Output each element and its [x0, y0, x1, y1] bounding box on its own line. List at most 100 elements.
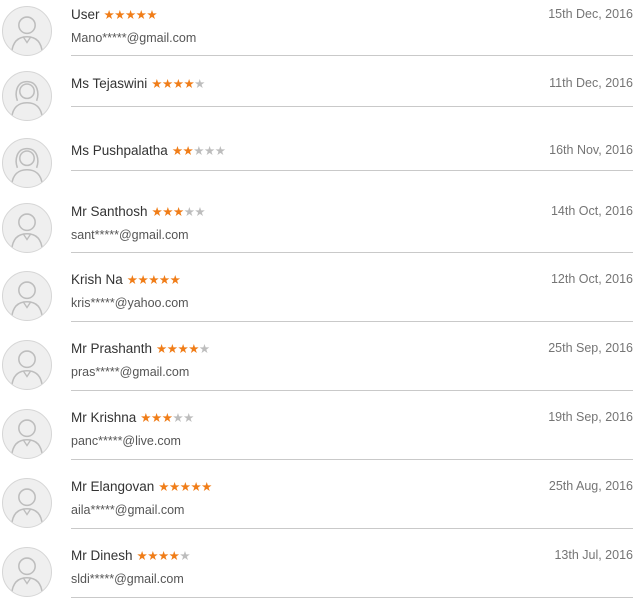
star-filled-icon: ★	[179, 480, 191, 494]
reviewer-name: Mr Santhosh	[71, 204, 148, 219]
star-empty-icon: ★	[194, 77, 205, 91]
star-filled-icon: ★	[126, 273, 138, 287]
reviewer-email: sldi*****@gmail.com	[71, 572, 184, 586]
star-filled-icon: ★	[150, 411, 162, 425]
star-rating: ★★★★★	[172, 144, 226, 158]
star-rating: ★★★★★	[104, 8, 158, 22]
star-rating: ★★★★★	[137, 549, 191, 563]
reviewer-name-line: Mr Krishna ★★★★★	[71, 408, 194, 428]
star-filled-icon: ★	[188, 342, 199, 356]
star-empty-icon: ★	[214, 144, 226, 158]
star-filled-icon: ★	[151, 205, 163, 219]
star-filled-icon: ★	[156, 342, 167, 356]
reviewer-name: Mr Prashanth	[71, 341, 153, 356]
female-avatar-icon	[2, 71, 52, 121]
divider	[71, 106, 633, 107]
star-empty-icon: ★	[183, 411, 194, 425]
male-avatar-icon	[2, 271, 52, 321]
divider	[71, 597, 633, 598]
star-empty-icon: ★	[194, 205, 206, 219]
star-filled-icon: ★	[114, 8, 125, 22]
reviewer-email: pras*****@gmail.com	[71, 365, 190, 379]
divider	[71, 252, 633, 253]
review-date: 16th Nov, 2016	[549, 143, 633, 157]
star-filled-icon: ★	[136, 549, 148, 563]
star-filled-icon: ★	[172, 205, 184, 219]
star-filled-icon: ★	[162, 77, 173, 91]
divider	[71, 321, 633, 322]
reviewer-name-line: Ms Tejaswini ★★★★★	[71, 74, 205, 94]
reviewer-email: kris*****@yahoo.com	[71, 296, 189, 310]
star-filled-icon: ★	[148, 273, 159, 287]
male-avatar-icon	[2, 6, 52, 56]
reviewer-name: Ms Pushpalatha	[71, 143, 168, 158]
reviewer-email: Mano*****@gmail.com	[71, 31, 197, 45]
reviewer-name-line: Krish Na ★★★★★	[71, 270, 181, 290]
reviewer-name: Mr Krishna	[71, 410, 137, 425]
star-filled-icon: ★	[151, 77, 162, 91]
reviewer-email: aila*****@gmail.com	[71, 503, 185, 517]
review-date: 25th Aug, 2016	[548, 479, 633, 493]
divider	[71, 459, 633, 460]
star-filled-icon: ★	[177, 342, 189, 356]
star-filled-icon: ★	[168, 549, 180, 563]
review-date: 14th Oct, 2016	[550, 204, 633, 218]
star-filled-icon: ★	[166, 342, 178, 356]
star-filled-icon: ★	[158, 273, 170, 287]
reviewer-name-line: Mr Elangovan ★★★★★	[71, 477, 212, 497]
reviewer-email: panc*****@live.com	[71, 434, 181, 448]
divider	[71, 170, 633, 171]
star-filled-icon: ★	[182, 144, 194, 158]
star-filled-icon: ★	[169, 480, 180, 494]
star-filled-icon: ★	[158, 480, 170, 494]
star-filled-icon: ★	[183, 77, 195, 91]
reviewer-name: Krish Na	[71, 272, 123, 287]
female-avatar-icon	[2, 138, 52, 188]
star-filled-icon: ★	[169, 273, 181, 287]
star-filled-icon: ★	[172, 77, 184, 91]
star-empty-icon: ★	[179, 549, 191, 563]
male-avatar-icon	[2, 340, 52, 390]
star-empty-icon: ★	[183, 205, 195, 219]
star-empty-icon: ★	[198, 342, 210, 356]
review-date: 15th Dec, 2016	[548, 7, 633, 21]
star-empty-icon: ★	[193, 144, 204, 158]
reviewer-name: Mr Dinesh	[71, 548, 133, 563]
male-avatar-icon	[2, 409, 52, 459]
male-avatar-icon	[2, 478, 52, 528]
star-rating: ★★★★★	[152, 205, 206, 219]
review-date: 13th Jul, 2016	[554, 548, 633, 562]
star-rating: ★★★★★	[156, 342, 210, 356]
star-filled-icon: ★	[171, 144, 183, 158]
reviewer-name-line: Mr Prashanth ★★★★★	[71, 339, 210, 359]
star-filled-icon: ★	[161, 411, 173, 425]
star-rating: ★★★★★	[127, 273, 181, 287]
review-date: 12th Oct, 2016	[550, 272, 633, 286]
reviewer-email: sant*****@gmail.com	[71, 228, 189, 242]
star-filled-icon: ★	[137, 273, 149, 287]
review-date: 11th Dec, 2016	[549, 76, 633, 90]
star-rating: ★★★★★	[158, 480, 212, 494]
star-filled-icon: ★	[162, 205, 173, 219]
star-rating: ★★★★★	[151, 77, 205, 91]
divider	[71, 390, 633, 391]
star-filled-icon: ★	[146, 8, 158, 22]
star-empty-icon: ★	[172, 411, 184, 425]
star-filled-icon: ★	[201, 480, 212, 494]
review-date: 19th Sep, 2016	[548, 410, 633, 424]
reviewer-name-line: Mr Dinesh ★★★★★	[71, 546, 191, 566]
star-filled-icon: ★	[147, 549, 158, 563]
review-date: 25th Sep, 2016	[548, 341, 633, 355]
star-filled-icon: ★	[140, 411, 151, 425]
star-filled-icon: ★	[103, 8, 115, 22]
star-filled-icon: ★	[124, 8, 136, 22]
divider	[71, 528, 633, 529]
divider	[71, 55, 633, 56]
reviewer-name: Mr Elangovan	[71, 479, 155, 494]
reviewer-name-line: User ★★★★★	[71, 5, 158, 25]
star-filled-icon: ★	[190, 480, 202, 494]
male-avatar-icon	[2, 547, 52, 597]
star-filled-icon: ★	[157, 549, 169, 563]
reviewer-name-line: Mr Santhosh ★★★★★	[71, 202, 206, 222]
reviewer-name: User	[71, 7, 100, 22]
